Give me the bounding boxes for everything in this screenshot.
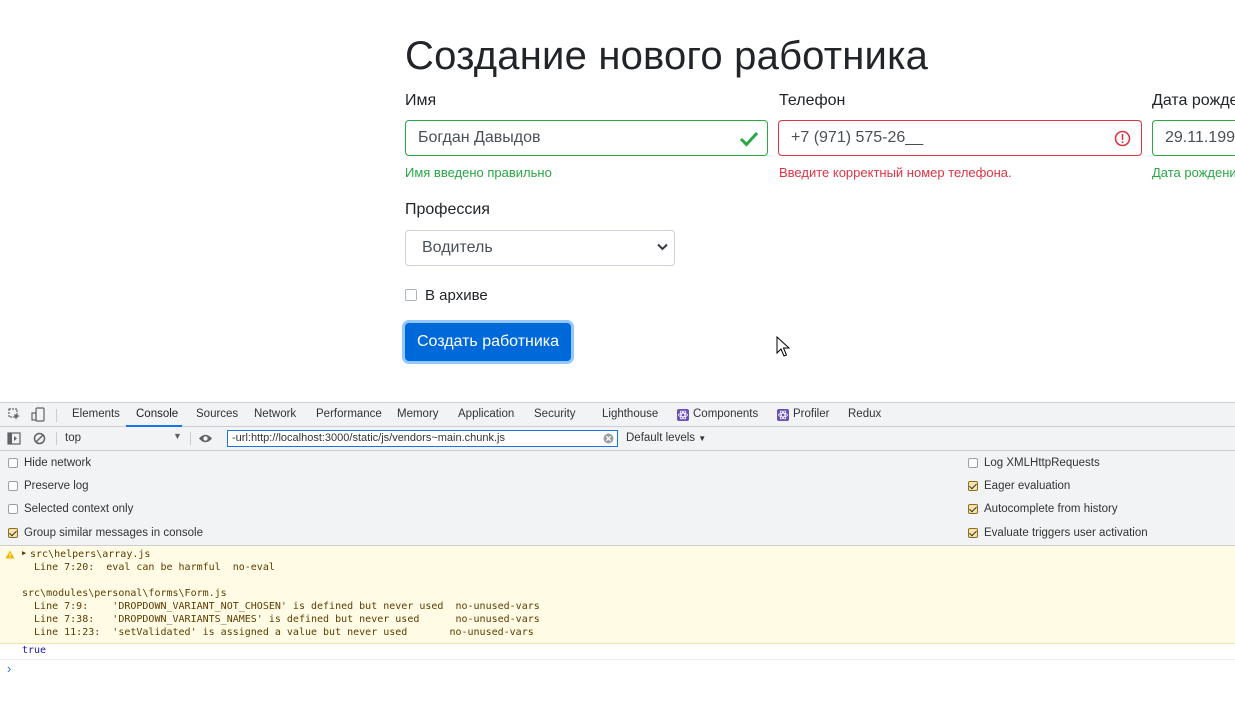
tab-application[interactable]: Application xyxy=(458,408,514,420)
create-employee-button[interactable]: Создать работника xyxy=(405,323,571,361)
selected-context-checkbox[interactable] xyxy=(8,504,18,514)
console-result-row: true xyxy=(0,644,1235,660)
group-similar-checkbox[interactable] xyxy=(8,528,18,538)
phone-input-value: +7 (971) 575-26__ xyxy=(791,129,924,146)
warning-line-1: Line 7:20: eval can be harmful no-eval xyxy=(22,562,275,573)
console-result-value: true xyxy=(22,645,47,656)
selected-context-option[interactable]: Selected context only xyxy=(8,503,133,515)
tab-security[interactable]: Security xyxy=(534,408,576,420)
evaluate-triggers-option[interactable]: Evaluate triggers user activation xyxy=(968,527,1148,539)
console-filter-value: -url:http://localhost:3000/static/js/ven… xyxy=(232,432,505,444)
check-icon xyxy=(739,131,759,147)
name-feedback: Имя введено правильно xyxy=(405,165,552,180)
context-selector[interactable]: top xyxy=(65,432,81,444)
warning-line-3: Line 7:38: 'DROPDOWN_VARIANTS_NAMES' is … xyxy=(22,614,540,625)
warning-line-4: Line 11:23: 'setValidated' is assigned a… xyxy=(22,627,534,638)
birth-input[interactable]: 29.11.1990 xyxy=(1152,120,1235,156)
phone-feedback: Введите корректный номер телефона. xyxy=(779,165,1012,180)
chevron-down-icon xyxy=(657,243,668,251)
tab-console[interactable]: Console xyxy=(136,408,178,420)
log-levels-label: Default levels xyxy=(626,432,696,444)
console-warning-message: ▶ src\helpers\array.js Line 7:20: eval c… xyxy=(0,546,1235,644)
hide-network-checkbox[interactable] xyxy=(8,458,18,468)
autocomplete-option[interactable]: Autocomplete from history xyxy=(968,503,1118,515)
console-filter-input[interactable]: -url:http://localhost:3000/static/js/ven… xyxy=(227,430,618,447)
tab-memory[interactable]: Memory xyxy=(397,408,439,420)
name-input[interactable]: Богдан Давыдов xyxy=(405,120,768,156)
selected-context-label: Selected context only xyxy=(24,503,134,515)
birth-label: Дата рожде xyxy=(1152,92,1235,109)
page-title: Создание нового работника xyxy=(405,34,929,78)
profession-select[interactable]: Водитель xyxy=(405,230,675,266)
tab-performance[interactable]: Performance xyxy=(316,408,382,420)
name-label: Имя xyxy=(405,92,437,109)
tab-elements[interactable]: Elements xyxy=(72,408,120,420)
mouse-cursor-icon xyxy=(776,336,790,357)
log-levels-dropdown[interactable]: Default levels ▼ xyxy=(626,432,706,444)
group-similar-label: Group similar messages in console xyxy=(24,527,203,539)
evaluate-triggers-checkbox[interactable] xyxy=(968,528,978,538)
levels-dropdown-icon: ▼ xyxy=(698,434,707,443)
phone-label: Телефон xyxy=(779,92,846,109)
profession-label: Профессия xyxy=(405,201,490,218)
evaluate-triggers-label: Evaluate triggers user activation xyxy=(984,527,1148,539)
log-xhr-checkbox[interactable] xyxy=(968,458,978,468)
inspect-element-icon[interactable] xyxy=(8,408,21,421)
tab-sources[interactable]: Sources xyxy=(196,408,238,420)
tab-components[interactable]: Components xyxy=(693,408,758,420)
eye-icon[interactable] xyxy=(198,433,213,444)
devtools-tabbar: Elements Console Sources Network Perform… xyxy=(0,402,1235,427)
tab-profiler[interactable]: Profiler xyxy=(793,408,829,420)
warning-file-2: src\modules\personal\forms\Form.js xyxy=(22,588,227,599)
device-toolbar-icon[interactable] xyxy=(31,407,46,422)
birth-input-value: 29.11.1990 xyxy=(1165,129,1235,146)
react-components-icon xyxy=(677,409,689,421)
tab-redux[interactable]: Redux xyxy=(848,408,881,420)
preserve-log-option[interactable]: Preserve log xyxy=(8,480,89,492)
log-xhr-option[interactable]: Log XMLHttpRequests xyxy=(968,457,1100,469)
group-similar-option[interactable]: Group similar messages in console xyxy=(8,527,203,539)
eager-evaluation-checkbox[interactable] xyxy=(968,481,978,491)
archive-checkbox[interactable] xyxy=(405,289,417,301)
hide-network-label: Hide network xyxy=(24,457,92,469)
console-prompt-icon[interactable]: › xyxy=(7,661,11,676)
react-profiler-icon xyxy=(777,409,789,421)
sidebar-toggle-icon[interactable] xyxy=(7,432,21,445)
expand-triangle-icon[interactable]: ▶ xyxy=(22,549,26,557)
clear-filter-icon[interactable] xyxy=(603,433,614,444)
birth-feedback: Дата рождени xyxy=(1152,165,1235,180)
tab-network[interactable]: Network xyxy=(254,408,296,420)
profession-selected: Водитель xyxy=(422,239,493,256)
eager-evaluation-option[interactable]: Eager evaluation xyxy=(968,480,1070,492)
preserve-log-checkbox[interactable] xyxy=(8,481,18,491)
log-xhr-label: Log XMLHttpRequests xyxy=(984,457,1100,469)
archive-label: В архиве xyxy=(425,287,488,304)
autocomplete-checkbox[interactable] xyxy=(968,504,978,514)
warning-file-1[interactable]: src\helpers\array.js xyxy=(30,549,150,562)
warning-line-2: Line 7:9: 'DROPDOWN_VARIANT_NOT_CHOSEN' … xyxy=(22,601,540,612)
clear-console-icon[interactable] xyxy=(33,432,46,445)
tab-lighthouse[interactable]: Lighthouse xyxy=(602,408,658,420)
autocomplete-label: Autocomplete from history xyxy=(984,503,1118,515)
error-icon xyxy=(1114,130,1131,147)
console-settings: Hide network Preserve log Selected conte… xyxy=(0,451,1235,546)
hide-network-option[interactable]: Hide network xyxy=(8,457,91,469)
context-dropdown-icon: ▼ xyxy=(173,431,182,441)
preserve-log-label: Preserve log xyxy=(24,480,89,492)
warning-icon xyxy=(5,550,15,559)
eager-evaluation-label: Eager evaluation xyxy=(984,480,1071,492)
name-input-value: Богдан Давыдов xyxy=(418,129,541,146)
phone-input[interactable]: +7 (971) 575-26__ xyxy=(778,120,1142,156)
